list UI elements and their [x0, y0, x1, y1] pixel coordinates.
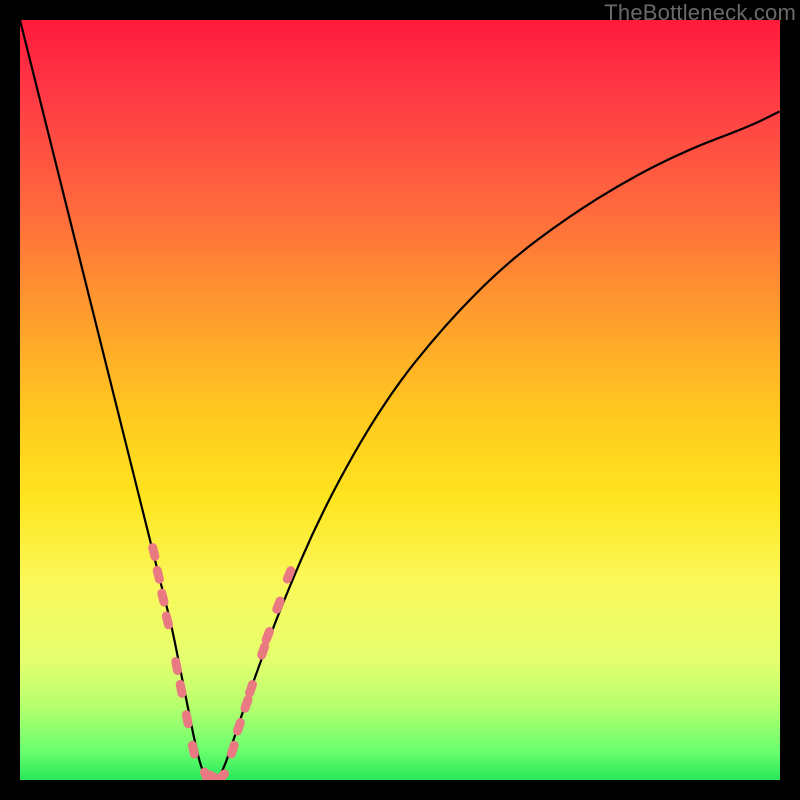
curve-marker: [226, 740, 240, 760]
bottleneck-curve-svg: [20, 20, 780, 780]
curve-marker: [152, 565, 165, 585]
curve-path-group: [20, 20, 780, 780]
curve-markers: [147, 542, 296, 780]
curve-marker: [187, 740, 200, 760]
curve-marker: [161, 611, 174, 631]
curve-marker: [147, 542, 160, 562]
bottleneck-curve-path: [20, 20, 780, 780]
curve-marker: [181, 709, 193, 728]
curve-marker: [232, 717, 246, 737]
curve-marker: [271, 595, 286, 615]
curve-marker: [175, 679, 187, 698]
watermark-text: TheBottleneck.com: [604, 0, 796, 26]
curve-marker: [170, 656, 182, 675]
curve-marker: [156, 588, 169, 608]
chart-frame: [20, 20, 780, 780]
